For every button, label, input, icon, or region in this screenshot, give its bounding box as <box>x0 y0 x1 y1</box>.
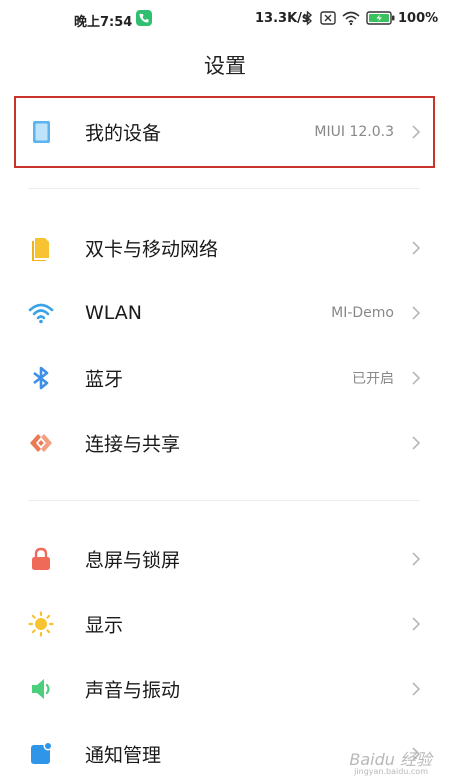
settings-item-sound-vibration[interactable]: 声音与振动 <box>0 657 450 721</box>
settings-item-label: 通知管理 <box>85 744 162 767</box>
speaker-icon <box>32 679 50 699</box>
chevron-right-icon <box>412 682 421 696</box>
chevron-right-icon <box>412 552 421 566</box>
settings-item-label: 息屏与锁屏 <box>85 549 181 572</box>
share-icon <box>30 434 52 452</box>
settings-item-label: 蓝牙 <box>85 368 124 391</box>
settings-item-value: 已开启 <box>352 371 394 387</box>
settings-item-value: MI-Demo <box>331 305 394 321</box>
no-sim-icon <box>320 11 336 25</box>
status-time: 晚上7:54 <box>74 15 133 30</box>
settings-item-label: 连接与共享 <box>85 433 181 456</box>
chevron-right-icon <box>412 306 421 320</box>
settings-item-my-device[interactable]: 我的设备 MIUI 12.0.3 <box>0 100 450 164</box>
settings-item-label: 显示 <box>85 614 124 637</box>
settings-item-value: MIUI 12.0.3 <box>314 124 394 140</box>
chevron-right-icon <box>412 241 421 255</box>
settings-item-bluetooth[interactable]: 蓝牙 已开启 <box>0 346 450 410</box>
wifi-icon <box>28 303 54 324</box>
settings-item-label: 双卡与移动网络 <box>85 238 219 261</box>
chevron-right-icon <box>412 371 421 385</box>
sim-card-icon <box>32 238 49 261</box>
section-divider <box>28 188 420 189</box>
settings-item-display[interactable]: 显示 <box>0 592 450 656</box>
chevron-right-icon <box>412 617 421 631</box>
network-speed: 13.3K/s <box>255 11 310 26</box>
settings-item-lock-screen[interactable]: 息屏与锁屏 <box>0 527 450 591</box>
bluetooth-icon <box>33 366 49 390</box>
settings-item-label: 我的设备 <box>85 122 162 145</box>
settings-item-wlan[interactable]: WLAN MI-Demo <box>0 281 450 345</box>
settings-item-label: WLAN <box>85 302 143 324</box>
chevron-right-icon <box>412 125 421 139</box>
bluetooth-status-icon <box>303 10 313 26</box>
phone-call-icon <box>136 10 152 26</box>
settings-item-label: 声音与振动 <box>85 679 181 702</box>
settings-item-connection-sharing[interactable]: 连接与共享 <box>0 411 450 475</box>
section-divider <box>28 500 420 501</box>
sun-icon <box>28 611 54 637</box>
page-title: 设置 <box>204 54 246 78</box>
status-bar: 晚上7:54 13.3K/s 100% <box>0 0 450 40</box>
battery-percentage: 100% <box>398 11 439 26</box>
notification-icon <box>31 741 53 764</box>
device-icon <box>33 121 50 143</box>
chevron-right-icon <box>412 436 421 450</box>
wifi-status-icon <box>342 11 360 25</box>
lock-icon <box>32 547 50 570</box>
battery-icon <box>366 11 395 25</box>
settings-item-dual-sim[interactable]: 双卡与移动网络 <box>0 216 450 280</box>
watermark-url: jingyan.baidu.com <box>354 767 428 776</box>
